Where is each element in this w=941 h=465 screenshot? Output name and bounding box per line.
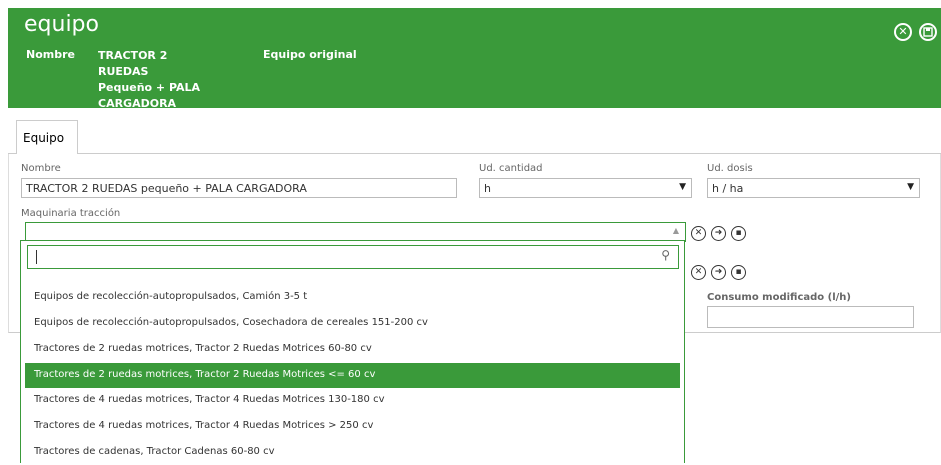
go-icon[interactable]: ➜ [711, 265, 726, 280]
dropdown-option[interactable]: Tractores de 4 ruedas motrices, Tractor … [25, 388, 680, 413]
page-title: equipo [24, 12, 99, 37]
ud-cantidad-select[interactable]: h ▼ [479, 178, 692, 198]
dropdown-option-selected[interactable]: Tractores de 2 ruedas motrices, Tractor … [25, 363, 680, 388]
consumo-label: Consumo modificado (l/h) [707, 292, 851, 303]
ud-cantidad-value: h [484, 182, 491, 195]
dropdown-search-input[interactable]: ⚲ [27, 245, 679, 269]
tab-equipo[interactable]: Equipo [16, 120, 78, 154]
header-bar: equipo Nombre TRACTOR 2 RUEDAS Pequeño +… [8, 8, 941, 110]
header-nombre-line-2: Pequeño + PALA [98, 81, 201, 94]
dropdown-option[interactable]: Tractores de 2 ruedas motrices, Tractor … [25, 337, 680, 362]
tab-divider [8, 153, 941, 154]
dropdown-option[interactable]: Tractores de cadenas, Tractor Cadenas 60… [25, 440, 680, 465]
ud-dosis-select[interactable]: h / ha ▼ [707, 178, 920, 198]
header-nombre-label: Nombre [26, 48, 75, 61]
dropdown-option[interactable]: Equipos de recolección-autopropulsados, … [25, 285, 680, 310]
save-icon-glyph [923, 27, 933, 37]
chevron-up-icon: ▲ [672, 226, 679, 235]
consumo-input[interactable] [707, 306, 914, 328]
nombre-input[interactable]: TRACTOR 2 RUEDAS pequeño + PALA CARGADOR… [21, 178, 457, 198]
text-cursor [36, 250, 37, 264]
chevron-down-icon: ▼ [679, 182, 686, 192]
clear-icon[interactable]: ✕ [691, 226, 706, 241]
ud-cantidad-label: Ud. cantidad [479, 163, 543, 174]
save-icon[interactable]: ▪ [731, 226, 746, 241]
save-icon[interactable]: ▪ [731, 265, 746, 280]
dropdown-option[interactable]: Equipos de recolección-autopropulsados, … [25, 311, 680, 336]
chevron-down-icon: ▼ [907, 182, 914, 192]
header-nombre-value: TRACTOR 2 RUEDAS Pequeño + PALA CARGADOR… [98, 48, 208, 112]
close-icon[interactable]: ✕ [894, 23, 912, 41]
maquinaria-select[interactable]: ▲ [25, 222, 686, 242]
maquinaria-dropdown: ⚲ Equipos de recolección-autopropulsados… [20, 240, 685, 463]
header-original-label: Equipo original [263, 48, 357, 61]
clear-icon[interactable]: ✕ [691, 265, 706, 280]
header-nombre-line-3: CARGADORA [98, 97, 177, 110]
ud-dosis-value: h / ha [712, 182, 744, 195]
header-nombre-line-1: TRACTOR 2 RUEDAS [98, 49, 168, 78]
maquinaria-label: Maquinaria tracción [21, 208, 121, 219]
ud-dosis-label: Ud. dosis [707, 163, 753, 174]
dropdown-option[interactable]: Tractores de 4 ruedas motrices, Tractor … [25, 414, 680, 439]
go-icon[interactable]: ➜ [711, 226, 726, 241]
nombre-label: Nombre [21, 163, 61, 174]
save-icon[interactable] [919, 23, 937, 41]
search-icon: ⚲ [661, 248, 670, 262]
